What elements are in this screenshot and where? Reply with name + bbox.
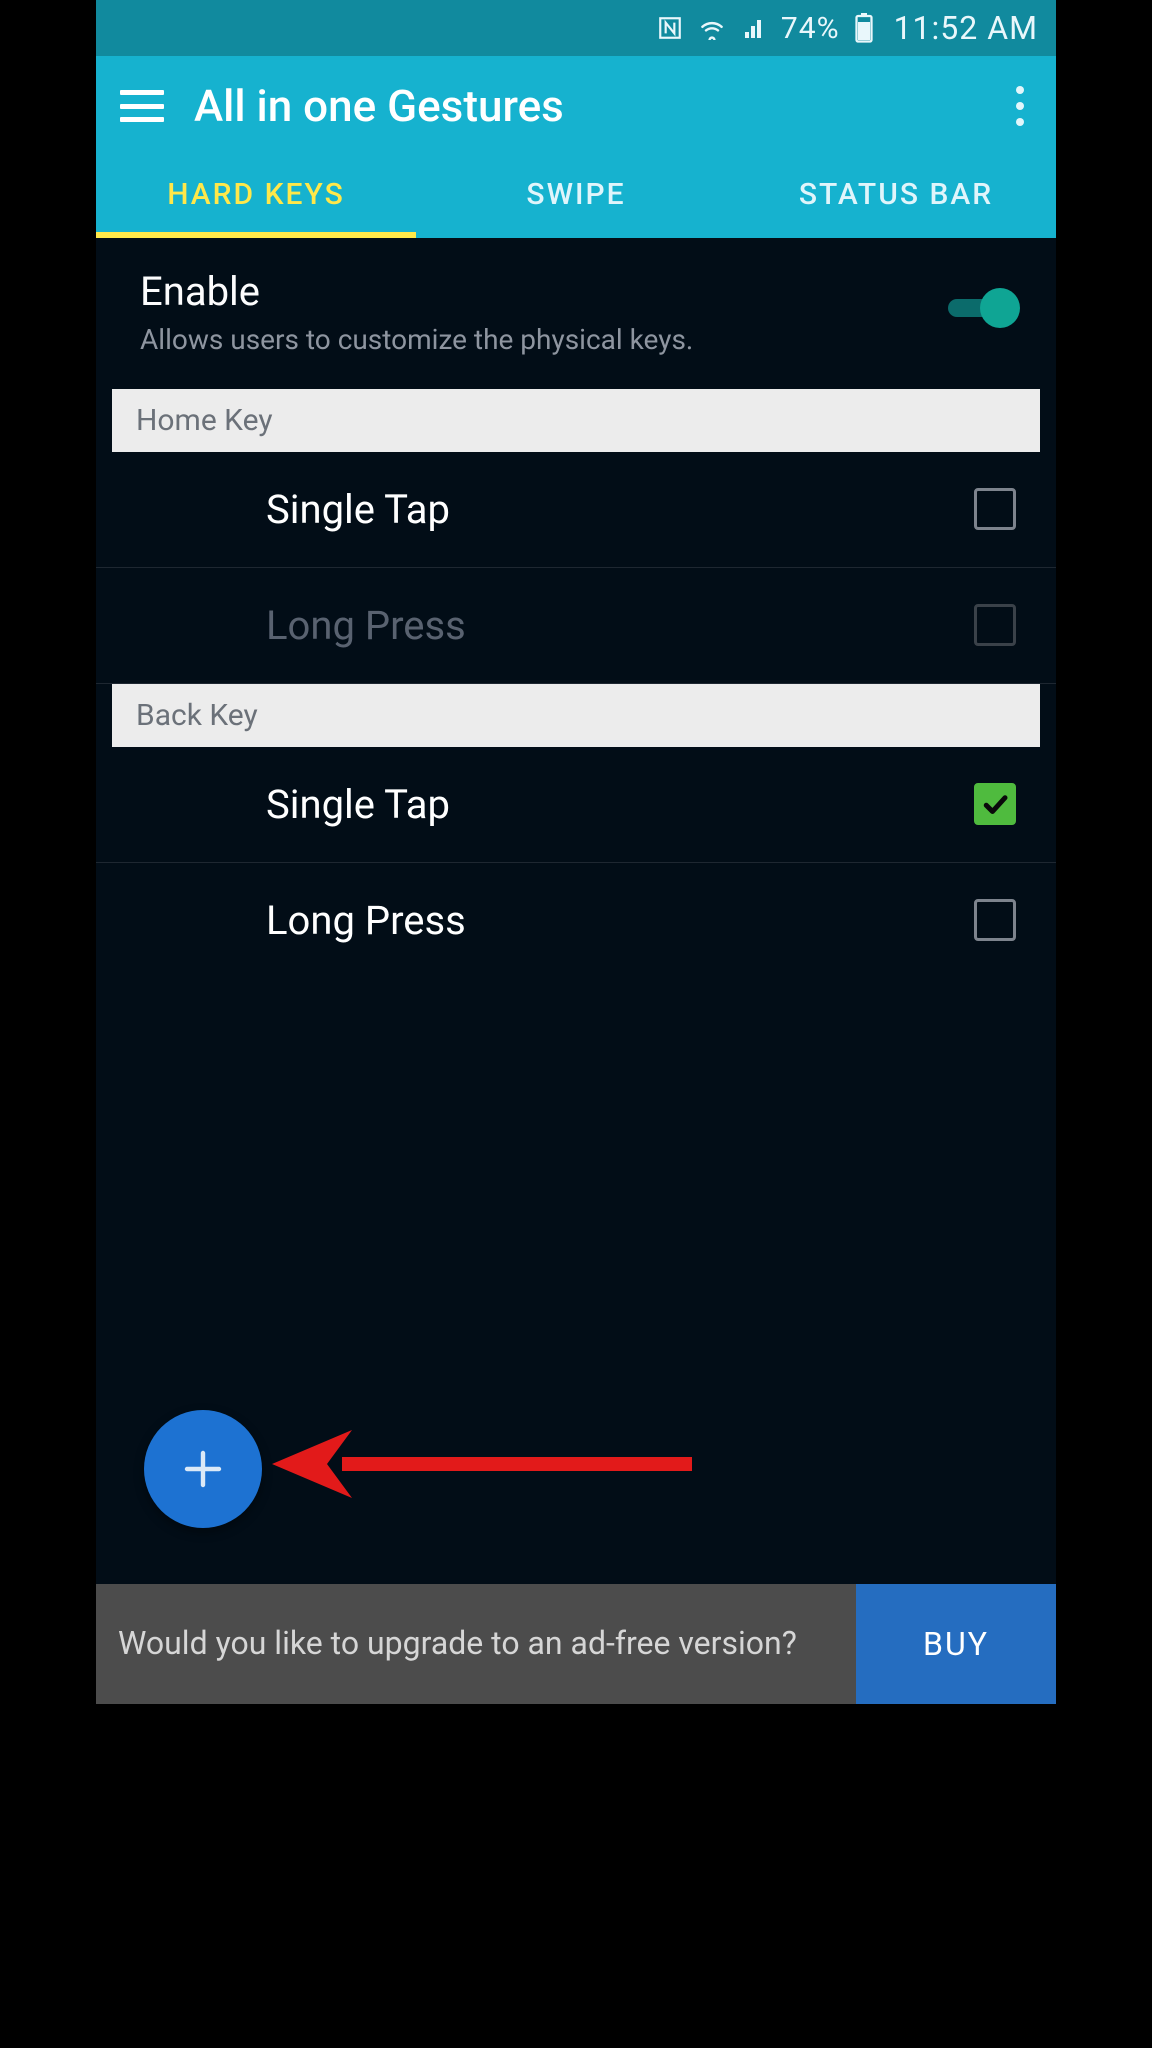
overflow-icon[interactable] [1004,86,1036,126]
tab-swipe[interactable]: SWIPE [416,150,736,238]
signal-icon [741,16,767,40]
back-long-press-checkbox[interactable] [974,899,1016,941]
home-single-tap-checkbox[interactable] [974,488,1016,530]
upgrade-message: Would you like to upgrade to an ad-free … [96,1584,856,1704]
plus-icon [179,1445,227,1493]
status-bar: 74% 11:52 AM [96,0,1056,56]
enable-setting[interactable]: Enable Allows users to customize the phy… [96,238,1056,389]
battery-icon [854,13,874,43]
row-label: Single Tap [266,486,974,533]
row-label: Single Tap [266,781,974,828]
wifi-icon [697,16,727,40]
tab-bar: HARD KEYS SWIPE STATUS BAR [96,150,1056,238]
buy-button[interactable]: BUY [856,1584,1056,1704]
menu-icon[interactable] [120,90,164,122]
add-fab[interactable] [144,1410,262,1528]
home-long-press-checkbox [974,604,1016,646]
section-header-home-key: Home Key [112,389,1040,452]
app-title: All in one Gestures [194,80,974,132]
clock: 11:52 AM [894,9,1038,47]
tab-hard-keys[interactable]: HARD KEYS [96,150,416,238]
app-bar: All in one Gestures [96,56,1056,150]
battery-percent: 74% [781,11,840,46]
home-long-press-row: Long Press [96,568,1056,684]
row-label: Long Press [266,602,974,649]
home-single-tap-row[interactable]: Single Tap [96,452,1056,568]
section-header-back-key: Back Key [112,684,1040,747]
enable-title: Enable [140,268,924,315]
upgrade-bar: Would you like to upgrade to an ad-free … [96,1584,1056,1704]
nfc-icon [657,15,683,41]
enable-subtitle: Allows users to customize the physical k… [140,321,924,359]
back-single-tap-row[interactable]: Single Tap [96,747,1056,863]
row-label: Long Press [266,897,974,944]
back-long-press-row[interactable]: Long Press [96,863,1056,978]
tab-status-bar[interactable]: STATUS BAR [736,150,1056,238]
back-single-tap-checkbox[interactable] [974,783,1016,825]
enable-toggle[interactable] [948,288,1020,328]
